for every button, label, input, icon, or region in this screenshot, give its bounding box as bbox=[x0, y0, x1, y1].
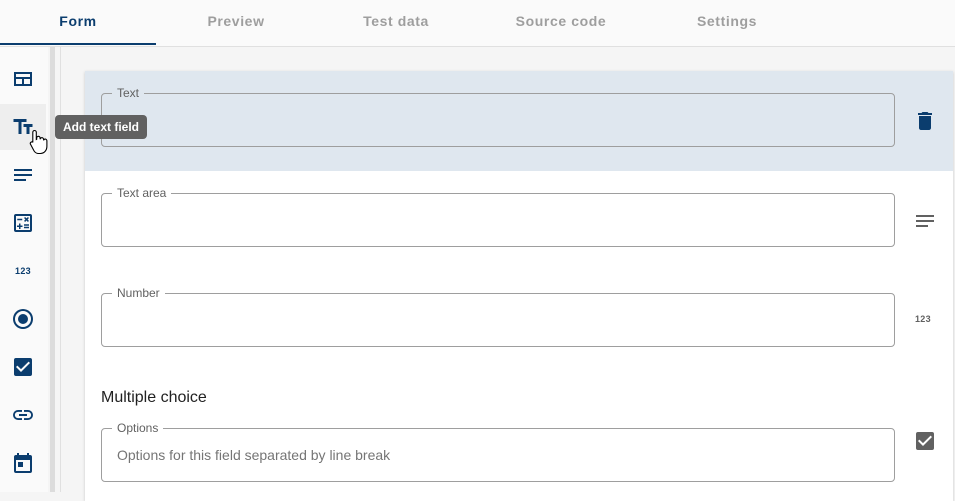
add-calculation-button[interactable] bbox=[0, 200, 46, 246]
multiple-choice-type-indicator bbox=[913, 429, 937, 453]
add-link-button[interactable] bbox=[0, 392, 46, 438]
text-area-type-indicator bbox=[913, 209, 937, 233]
link-icon bbox=[13, 410, 33, 420]
number-icon: 123 bbox=[915, 314, 931, 324]
add-text-field-tooltip: Add text field bbox=[55, 115, 148, 139]
checkbox-icon bbox=[14, 358, 32, 376]
tab-form[interactable]: Form bbox=[0, 0, 156, 44]
add-checkbox-button[interactable] bbox=[0, 344, 46, 390]
divider bbox=[60, 47, 61, 492]
hand-cursor-icon bbox=[29, 129, 48, 155]
text-area-field[interactable]: Text area bbox=[101, 186, 895, 247]
field-toolbar: 123 bbox=[0, 47, 48, 492]
layout-icon bbox=[14, 72, 32, 86]
calculator-icon bbox=[14, 214, 32, 232]
text-field[interactable]: Text bbox=[101, 86, 895, 147]
add-layout-button[interactable] bbox=[0, 56, 46, 102]
number-icon: 123 bbox=[15, 266, 31, 276]
text-area-icon bbox=[14, 169, 32, 181]
text-area-label: Text area bbox=[112, 186, 172, 200]
delete-icon bbox=[918, 112, 932, 130]
number-field[interactable]: Number bbox=[101, 286, 895, 347]
calendar-icon bbox=[14, 453, 32, 473]
add-radio-button[interactable] bbox=[0, 296, 46, 342]
text-area-icon bbox=[916, 215, 934, 227]
multiple-choice-title: Multiple choice bbox=[101, 389, 207, 406]
options-label: Options bbox=[112, 421, 164, 435]
text-field-label: Text bbox=[112, 86, 145, 100]
add-date-button[interactable] bbox=[0, 440, 46, 486]
delete-field-button[interactable] bbox=[913, 109, 937, 133]
add-number-button[interactable]: 123 bbox=[0, 248, 46, 294]
add-text-area-button[interactable] bbox=[0, 152, 46, 198]
number-label: Number bbox=[112, 286, 165, 300]
tab-settings[interactable]: Settings bbox=[646, 0, 808, 44]
radio-icon bbox=[13, 309, 33, 329]
tab-test-data[interactable]: Test data bbox=[316, 0, 476, 44]
tab-preview[interactable]: Preview bbox=[156, 0, 316, 44]
tab-bar: Form Preview Test data Source code Setti… bbox=[0, 0, 955, 47]
options-placeholder: Options for this field separated by line… bbox=[117, 447, 391, 463]
options-field[interactable]: Options Options for this field separated… bbox=[101, 421, 895, 482]
tab-active-indicator bbox=[0, 43, 156, 45]
checkbox-icon bbox=[916, 432, 934, 450]
toolbar-scrollbar[interactable] bbox=[50, 47, 55, 492]
tab-source-code[interactable]: Source code bbox=[476, 0, 646, 44]
